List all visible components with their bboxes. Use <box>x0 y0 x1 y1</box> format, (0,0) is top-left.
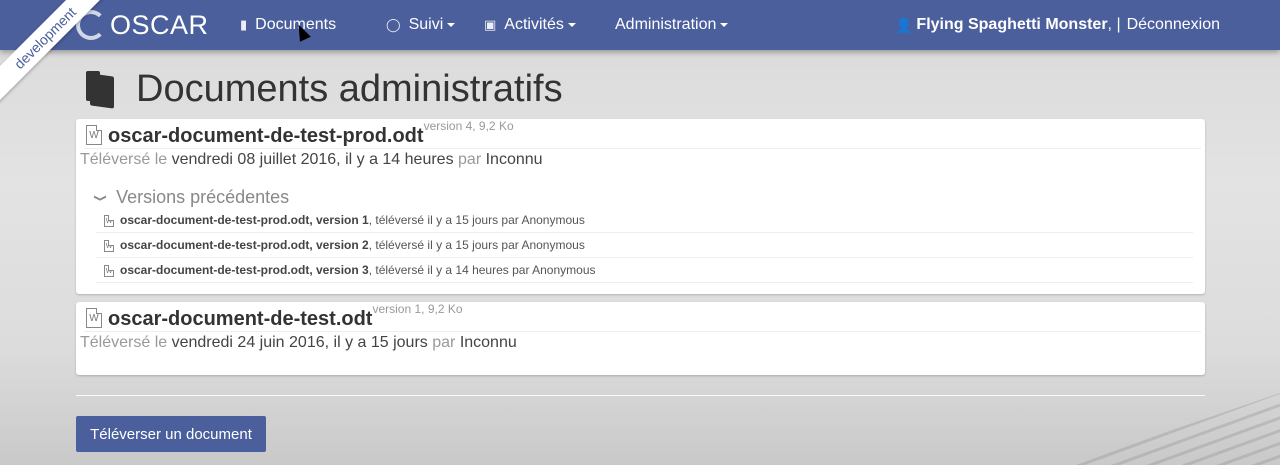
caret-down-icon <box>447 23 456 27</box>
document-name-link[interactable]: oscar-document-de-test.odt <box>108 308 372 330</box>
watch-icon: ◯ <box>386 17 401 32</box>
word-file-icon: W <box>86 125 102 145</box>
nav-documents[interactable]: ▮ Documents <box>240 0 336 50</box>
version-link[interactable]: oscar-document-de-test-prod.odt, version… <box>120 238 369 252</box>
author: Inconnu <box>485 151 543 168</box>
nav-administration[interactable]: Administration <box>615 0 729 50</box>
version-row: W oscar-document-de-test-prod.odt, versi… <box>96 233 1193 258</box>
page-title: Documents administratifs <box>136 67 563 110</box>
upload-document-button[interactable]: Téléverser un document <box>76 416 266 452</box>
document-upload-info: Téléversé le vendredi 24 juin 2016, il y… <box>80 334 1205 352</box>
nav-suivi[interactable]: ◯ Suivi <box>386 0 456 50</box>
word-file-icon: W <box>104 240 114 252</box>
uploaded-label: Téléversé le <box>80 334 168 351</box>
versions-toggle[interactable]: ❯ Versions précédentes <box>94 187 1193 208</box>
word-file-icon: W <box>104 215 114 227</box>
word-file-icon: W <box>104 265 114 277</box>
author: Inconnu <box>459 334 517 351</box>
chevron-down-icon: ❯ <box>94 193 109 202</box>
nav-suivi-label: Suivi <box>408 16 444 33</box>
book-icon: ▮ <box>240 17 248 32</box>
uploaded-label: Téléversé le <box>80 151 168 168</box>
document-header: W oscar-document-de-test.odtversion 1, 9… <box>84 302 1201 332</box>
document-meta: version 1, 9,2 Ko <box>372 302 463 316</box>
word-file-icon: W <box>86 308 102 328</box>
document-name-link[interactable]: oscar-document-de-test-prod.odt <box>108 125 424 147</box>
version-detail: , téléversé il y a 15 jours par Anonymou… <box>368 213 585 227</box>
brand-name: OSCAR <box>110 9 209 40</box>
nav-activites-label: Activités <box>504 16 564 33</box>
document-upload-info: Téléversé le vendredi 08 juillet 2016, i… <box>80 151 1205 169</box>
document-title: oscar-document-de-test.odtversion 1, 9,2… <box>108 302 463 331</box>
top-navbar: OSCAR ▮ Documents ◯ Suivi ▣ Activités Ad… <box>0 0 1280 50</box>
caret-down-icon <box>720 23 729 27</box>
logout-link[interactable]: Déconnexion <box>1127 16 1220 34</box>
user-icon: 👤 <box>894 16 913 33</box>
version-detail: , téléversé il y a 14 heures par Anonymo… <box>368 263 596 277</box>
document-card: W oscar-document-de-test.odtversion 1, 9… <box>76 302 1205 375</box>
book-icon <box>86 71 116 109</box>
caret-down-icon <box>567 23 576 27</box>
document-header: W oscar-document-de-test-prod.odtversion… <box>84 119 1201 149</box>
user-area: 👤 Flying Spaghetti Monster , | Déconnexi… <box>895 0 1220 50</box>
cube-icon: ▣ <box>484 17 497 32</box>
document-meta: version 4, 9,2 Ko <box>423 119 514 133</box>
brand[interactable]: OSCAR <box>76 8 209 42</box>
version-row: W oscar-document-de-test-prod.odt, versi… <box>96 258 1193 283</box>
version-link[interactable]: oscar-document-de-test-prod.odt, version… <box>120 213 369 227</box>
versions-title: Versions précédentes <box>116 187 290 207</box>
document-card: W oscar-document-de-test-prod.odtversion… <box>76 119 1205 294</box>
uploaded-date: vendredi 08 juillet 2016, il y a 14 heur… <box>171 151 454 168</box>
by-label: par <box>458 151 482 168</box>
background-decoration <box>1070 393 1280 465</box>
by-label: par <box>432 334 456 351</box>
nav-activites[interactable]: ▣ Activités <box>484 0 576 50</box>
divider <box>76 395 1205 396</box>
document-title: oscar-document-de-test-prod.odtversion 4… <box>108 119 514 148</box>
nav-administration-label: Administration <box>615 16 717 33</box>
version-row: W oscar-document-de-test-prod.odt, versi… <box>96 208 1193 233</box>
uploaded-date: vendredi 24 juin 2016, il y a 15 jours <box>171 334 428 351</box>
user-separator: , | <box>1107 16 1121 33</box>
page-header: Documents administratifs <box>86 64 563 114</box>
version-detail: , téléversé il y a 15 jours par Anonymou… <box>368 238 585 252</box>
previous-versions: ❯ Versions précédentes W oscar-document-… <box>94 187 1193 283</box>
user-name[interactable]: Flying Spaghetti Monster <box>916 16 1107 34</box>
version-link[interactable]: oscar-document-de-test-prod.odt, version… <box>120 263 369 277</box>
